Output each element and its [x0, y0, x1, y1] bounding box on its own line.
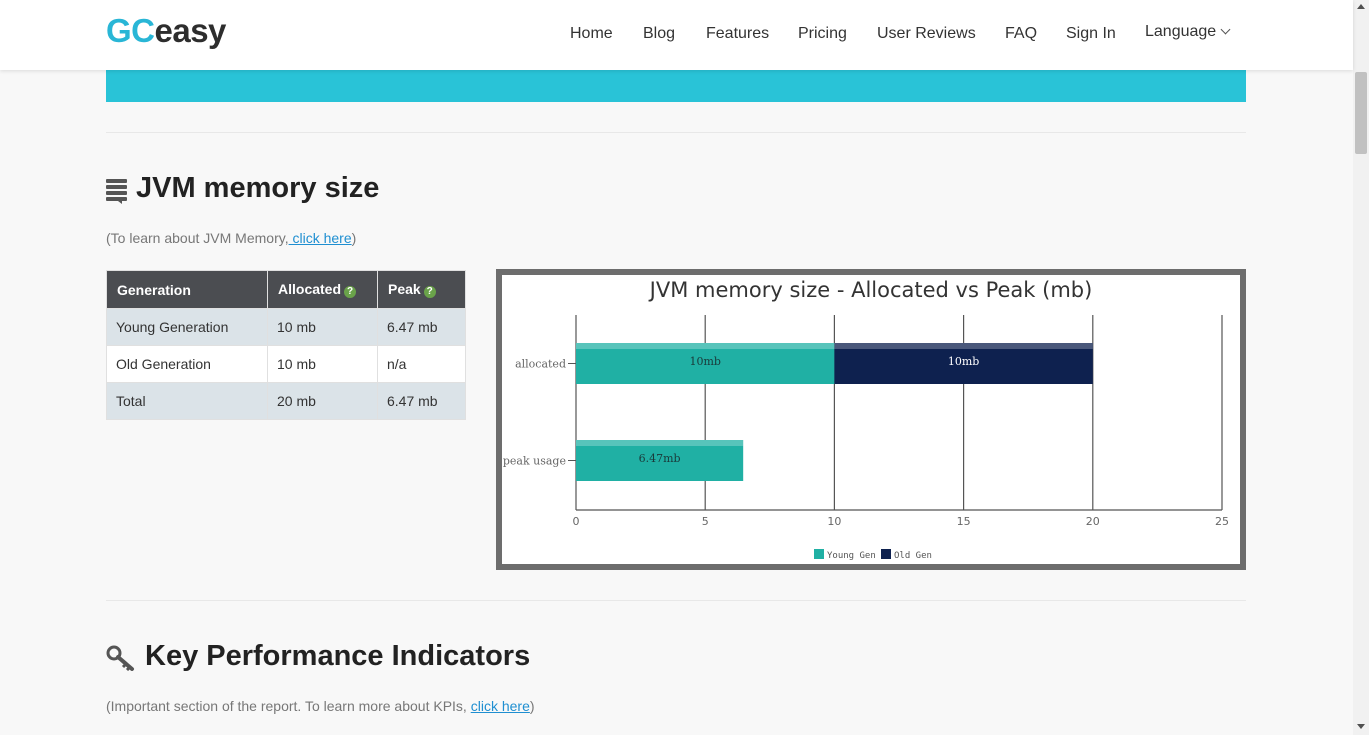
table-header-row: Generation Allocated? Peak? [106, 270, 466, 309]
table-row: Young Generation 10 mb 6.47 mb [106, 308, 466, 346]
bar-bevel [576, 440, 744, 446]
nav-blog[interactable]: Blog [643, 25, 675, 43]
col-allocated: Allocated? [267, 270, 378, 309]
scroll-down-arrow-icon[interactable] [1357, 724, 1365, 729]
key-icon [106, 645, 134, 671]
col-generation: Generation [106, 270, 268, 309]
x-tick-label: 25 [1215, 515, 1229, 528]
data-label: 6.47mb [639, 452, 681, 465]
help-icon[interactable]: ? [344, 286, 357, 298]
bar-bevel [834, 343, 1093, 349]
page-scrollbar[interactable] [1353, 0, 1369, 735]
section-title-jvm-memory: JVM memory size [136, 172, 380, 204]
language-dropdown[interactable]: Language [1145, 23, 1231, 41]
chart-title: JVM memory size - Allocated vs Peak (mb) [648, 278, 1093, 302]
x-tick-label: 15 [957, 515, 971, 528]
kpi-note: (Important section of the report. To lea… [106, 698, 535, 714]
jvm-memory-note: (To learn about JVM Memory, click here) [106, 230, 357, 246]
scroll-up-arrow-icon[interactable] [1357, 4, 1365, 9]
legend-entry: Old Gen [894, 551, 932, 561]
top-navbar: GCeasy Home Blog Features Pricing User R… [0, 0, 1353, 70]
table-row: Old Generation 10 mb n/a [106, 345, 466, 383]
x-tick-label: 5 [702, 515, 709, 528]
teal-banner [106, 68, 1246, 102]
nav-sign-in[interactable]: Sign In [1066, 25, 1116, 43]
x-tick-label: 20 [1086, 515, 1100, 528]
divider [106, 600, 1246, 601]
memory-stack-icon [106, 179, 127, 204]
main-nav: Home Blog Features Pricing User Reviews … [0, 23, 1353, 47]
x-tick-label: 0 [573, 515, 580, 528]
category-label: peak usage [503, 455, 566, 468]
chart-svg: JVM memory size - Allocated vs Peak (mb)… [503, 278, 1229, 561]
data-label: 10mb [689, 355, 720, 368]
scroll-thumb[interactable] [1355, 72, 1367, 154]
nav-features[interactable]: Features [706, 25, 769, 43]
x-tick-label: 10 [827, 515, 841, 528]
nav-faq[interactable]: FAQ [1005, 25, 1037, 43]
help-icon[interactable]: ? [423, 286, 436, 298]
legend-swatch [881, 549, 891, 559]
bar-bevel [576, 343, 835, 349]
legend-entry: Young Gen [827, 551, 876, 561]
table-row: Total 20 mb 6.47 mb [106, 382, 466, 420]
category-label: allocated [515, 358, 566, 371]
section-title-kpi: Key Performance Indicators [145, 640, 531, 672]
nav-pricing[interactable]: Pricing [798, 25, 847, 43]
col-peak: Peak? [377, 270, 466, 309]
nav-home[interactable]: Home [570, 25, 613, 43]
data-label: 10mb [948, 355, 979, 368]
divider [106, 132, 1246, 133]
nav-user-reviews[interactable]: User Reviews [877, 25, 976, 43]
jvm-memory-table: Generation Allocated? Peak? Young Genera… [106, 270, 466, 420]
jvm-memory-chart: JVM memory size - Allocated vs Peak (mb)… [496, 269, 1246, 570]
jvm-memory-learn-link[interactable]: click here [289, 230, 351, 246]
kpi-learn-link[interactable]: click here [471, 698, 530, 714]
chevron-down-icon [1220, 24, 1231, 35]
legend-swatch [814, 549, 824, 559]
language-label: Language [1145, 23, 1217, 40]
